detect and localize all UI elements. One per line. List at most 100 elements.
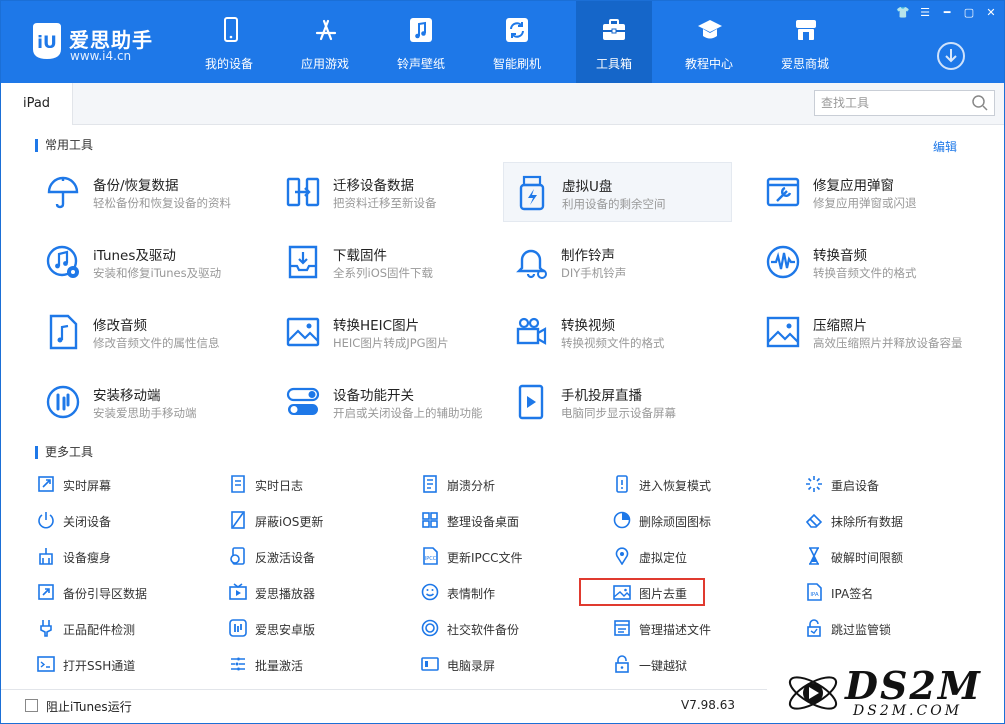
broom-icon	[39, 548, 53, 565]
more-tool-item[interactable]: 批量激活	[227, 652, 377, 676]
more-tool-item[interactable]: 设备瘦身	[35, 544, 185, 568]
more-tool-item[interactable]: 社交软件备份	[419, 616, 569, 640]
common-tool-item[interactable]: 压缩照片 高效压缩照片并释放设备容量	[755, 302, 985, 362]
more-tool-item[interactable]: 实时屏幕	[35, 472, 185, 496]
common-tools-title: 常用工具	[35, 139, 93, 152]
more-tool-item[interactable]: 备份引导区数据	[35, 580, 185, 604]
tool-description: 全系列iOS固件下载	[333, 266, 434, 280]
more-tool-item[interactable]: 正品配件检测	[35, 616, 185, 640]
nav-toolbox[interactable]: 工具箱	[576, 1, 652, 83]
more-tool-item[interactable]: 实时日志	[227, 472, 377, 496]
i4-android-icon	[229, 619, 247, 637]
search-icon[interactable]	[971, 94, 989, 112]
usb-drive-icon	[519, 175, 545, 211]
nav-apps-games[interactable]: 应用游戏	[281, 1, 369, 83]
more-tool-item[interactable]: 电脑录屏	[419, 652, 569, 676]
flash-icon	[506, 18, 528, 42]
cable-check-icon	[40, 620, 52, 637]
more-tool-item[interactable]: 屏蔽iOS更新	[227, 508, 377, 532]
tool-label: 打开SSH通道	[63, 659, 136, 673]
more-tool-item[interactable]: 一键越狱	[611, 652, 761, 676]
recovery-mode-icon	[616, 475, 628, 493]
tool-title: 制作铃声	[561, 248, 615, 264]
block-itunes-checkbox[interactable]	[25, 699, 38, 712]
common-tool-item[interactable]: 备份/恢复数据 轻松备份和恢复设备的资料	[35, 162, 265, 222]
more-tool-item[interactable]: 破解时间限额	[803, 544, 953, 568]
more-tool-item[interactable]: 虚拟定位	[611, 544, 761, 568]
more-tool-item[interactable]: 爱思播放器	[227, 580, 377, 604]
tool-title: 转换HEIC图片	[333, 318, 420, 334]
tool-label: IPA签名	[831, 587, 874, 601]
common-tool-item[interactable]: iTunes及驱动 安装和修复iTunes及驱动	[35, 232, 265, 292]
tool-label: 屏蔽iOS更新	[255, 515, 324, 529]
nav-shop[interactable]: 爱思商城	[761, 1, 849, 83]
common-tool-item[interactable]: 下载固件全系列iOS固件下载	[275, 232, 505, 292]
more-tool-item[interactable]: 反激活设备	[227, 544, 377, 568]
tool-title: 修复应用弹窗	[813, 178, 894, 194]
tool-label: 爱思安卓版	[255, 623, 316, 637]
svg-text:iU: iU	[37, 33, 57, 53]
more-tool-item[interactable]: 跳过监管锁	[803, 616, 953, 640]
more-tool-item[interactable]: 爱思安卓版	[227, 616, 377, 640]
more-tool-item[interactable]: IPCC 更新IPCC文件	[419, 544, 569, 568]
search-input[interactable]: 查找工具	[814, 90, 995, 116]
more-tool-item[interactable]: 关闭设备	[35, 508, 185, 532]
more-tool-item[interactable]: 表情制作	[419, 580, 569, 604]
edit-link[interactable]: 编辑	[933, 138, 957, 155]
terminal-icon	[37, 656, 55, 672]
nav-label: 应用游戏	[300, 57, 349, 71]
shirt-skin-icon[interactable]: 👕	[894, 5, 912, 21]
common-tool-item[interactable]: 迁移设备数据 把资料迁移至新设备	[275, 162, 505, 222]
more-tool-item[interactable]: IPA IPA签名	[803, 580, 953, 604]
common-tool-item[interactable]: 手机投屏直播 电脑同步显示设备屏幕	[503, 372, 733, 432]
common-tool-item[interactable]: 转换HEIC图片 HEIC图片转成JPG图片	[275, 302, 505, 362]
hourglass-icon	[809, 547, 819, 565]
common-tool-item[interactable]: 修复应用弹窗 修复应用弹窗或闪退	[755, 162, 985, 222]
tool-description: 转换音频文件的格式	[813, 266, 917, 280]
common-tool-item[interactable]: 虚拟U盘 利用设备的剩余空间	[503, 162, 732, 222]
common-tool-item[interactable]: 设备功能开关 开启或关闭设备上的辅助功能	[275, 372, 505, 432]
tool-title: 下载固件	[333, 248, 387, 264]
tool-label: 电脑录屏	[447, 659, 496, 673]
tool-title: 修改音频	[93, 318, 147, 334]
more-tool-item[interactable]: 重启设备	[803, 472, 953, 496]
more-tool-item[interactable]: 整理设备桌面	[419, 508, 569, 532]
tool-label: 重启设备	[831, 479, 880, 493]
common-tool-item[interactable]: 安装移动端 安装爱思助手移动端	[35, 372, 265, 432]
image-convert-icon	[286, 317, 320, 347]
tool-label: 进入恢复模式	[639, 479, 712, 493]
more-tool-item[interactable]: 打开SSH通道	[35, 652, 185, 676]
tool-label: 管理描述文件	[639, 623, 712, 637]
nav-my-device[interactable]: 我的设备	[185, 1, 273, 83]
minimize-icon[interactable]: ━	[938, 5, 956, 21]
common-tool-item[interactable]: 修改音频 修改音频文件的属性信息	[35, 302, 265, 362]
more-tool-item[interactable]: 抹除所有数据	[803, 508, 953, 532]
tool-description: HEIC图片转成JPG图片	[333, 336, 449, 350]
tool-label: 整理设备桌面	[447, 515, 520, 529]
graduation-cap-icon	[698, 20, 722, 39]
tool-description: 高效压缩照片并释放设备容量	[813, 336, 963, 350]
nav-ringtones[interactable]: 铃声壁纸	[377, 1, 465, 83]
more-tool-item[interactable]: 图片去重	[579, 578, 705, 606]
image-dedup-icon	[613, 585, 631, 600]
menu-icon[interactable]: ☰	[916, 5, 934, 21]
nav-smart-flash[interactable]: 智能刷机	[473, 1, 561, 83]
tab-ipad[interactable]: iPad	[1, 83, 73, 125]
download-icon[interactable]	[937, 42, 965, 70]
more-tool-item[interactable]: 删除顽固图标	[611, 508, 761, 532]
tool-title: 备份/恢复数据	[93, 178, 179, 194]
nav-tutorials[interactable]: 教程中心	[665, 1, 753, 83]
batch-activate-icon	[231, 657, 245, 671]
maximize-icon[interactable]: ▢	[960, 5, 978, 21]
tool-label: 图片去重	[639, 587, 688, 601]
common-tool-item[interactable]: 转换视频 转换视频文件的格式	[503, 302, 733, 362]
tool-label: 崩溃分析	[447, 479, 496, 493]
common-tool-item[interactable]: 转换音频转换音频文件的格式	[755, 232, 985, 292]
more-tool-item[interactable]: 管理描述文件	[611, 616, 761, 640]
tool-title: 转换音频	[813, 248, 867, 264]
more-tool-item[interactable]: 崩溃分析	[419, 472, 569, 496]
common-tool-item[interactable]: 制作铃声 DIY手机铃声	[503, 232, 733, 292]
more-tool-item[interactable]: 进入恢复模式	[611, 472, 761, 496]
close-icon[interactable]: ✕	[982, 5, 1000, 21]
app-store-icon	[315, 19, 337, 41]
